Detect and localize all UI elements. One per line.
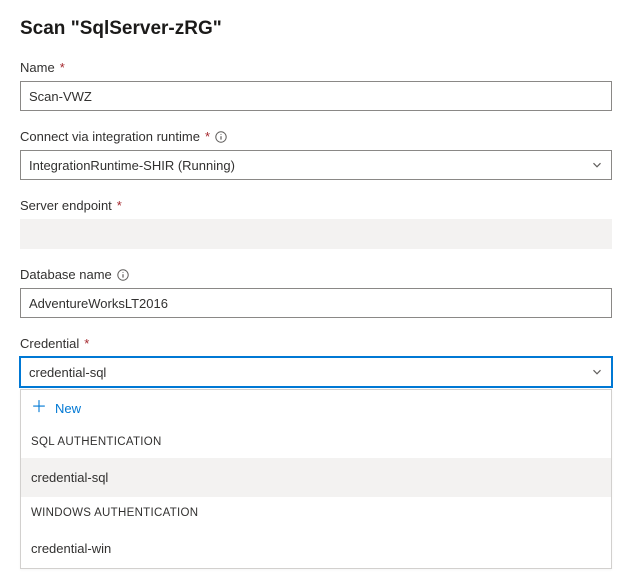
dropdown-group-sql: SQL AUTHENTICATION (21, 426, 611, 458)
credential-select[interactable]: credential-sql (20, 357, 612, 387)
runtime-label-text: Connect via integration runtime (20, 129, 200, 144)
dropdown-group-windows: WINDOWS AUTHENTICATION (21, 497, 611, 529)
new-credential-label: New (55, 401, 81, 416)
required-indicator: * (205, 129, 210, 144)
runtime-select-value: IntegrationRuntime-SHIR (Running) (29, 158, 591, 173)
database-label: Database name (20, 267, 612, 282)
required-indicator: * (60, 60, 65, 75)
endpoint-label-text: Server endpoint (20, 198, 112, 213)
endpoint-label: Server endpoint * (20, 198, 612, 213)
dropdown-item-credential-win[interactable]: credential-win (21, 529, 611, 568)
credential-label-text: Credential (20, 336, 79, 351)
name-label: Name * (20, 60, 612, 75)
chevron-down-icon (591, 366, 603, 378)
credential-select-value: credential-sql (29, 365, 591, 380)
page-title: Scan "SqlServer-zRG" (20, 18, 612, 40)
database-label-text: Database name (20, 267, 112, 282)
name-label-text: Name (20, 60, 55, 75)
runtime-label: Connect via integration runtime * (20, 129, 612, 144)
credential-label: Credential * (20, 336, 612, 351)
info-icon[interactable] (116, 268, 130, 282)
required-indicator: * (84, 336, 89, 351)
plus-icon: ＋ (31, 400, 47, 416)
new-credential-button[interactable]: ＋ New (21, 390, 611, 426)
credential-dropdown: ＋ New SQL AUTHENTICATION credential-sql … (20, 389, 612, 569)
endpoint-input (20, 219, 612, 249)
database-input[interactable] (20, 288, 612, 318)
name-input[interactable] (20, 81, 612, 111)
dropdown-item-credential-sql[interactable]: credential-sql (21, 458, 611, 497)
required-indicator: * (117, 198, 122, 213)
chevron-down-icon (591, 159, 603, 171)
runtime-select[interactable]: IntegrationRuntime-SHIR (Running) (20, 150, 612, 180)
info-icon[interactable] (214, 130, 228, 144)
